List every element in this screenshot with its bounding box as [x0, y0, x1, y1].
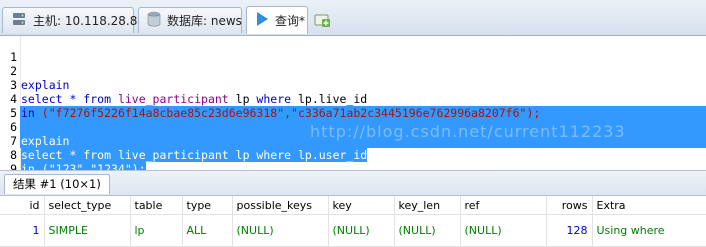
- code-line: 3 select * from live_participant lp wher…: [0, 64, 706, 106]
- table-cell[interactable]: Using where: [592, 214, 706, 247]
- column-header[interactable]: id: [0, 196, 45, 215]
- tab-host[interactable]: 主机: 10.118.28.80: [2, 7, 145, 33]
- column-header[interactable]: table: [130, 196, 183, 215]
- server-icon: [11, 11, 27, 30]
- grid-header-row: id select_type table type possible_keys …: [0, 196, 706, 215]
- column-header[interactable]: select_type: [44, 196, 131, 215]
- play-icon: [255, 11, 269, 30]
- column-header[interactable]: key_len: [394, 196, 461, 215]
- table-row[interactable]: 1 SIMPLE lp ALL (NULL) (NULL) (NULL) (NU…: [0, 214, 706, 247]
- tab-result-1[interactable]: 结果 #1 (10×1): [4, 174, 110, 194]
- tab-bar: 主机: 10.118.28.80 数据库: news 查询*: [0, 0, 706, 36]
- column-header[interactable]: possible_keys: [232, 196, 329, 215]
- code-line: 1: [0, 36, 706, 64]
- column-header[interactable]: type: [182, 196, 233, 215]
- table-cell[interactable]: ALL: [182, 214, 233, 247]
- column-header[interactable]: Extra: [592, 196, 706, 215]
- column-header[interactable]: ref: [460, 196, 547, 215]
- tab-query-label: 查询*: [275, 14, 306, 28]
- table-cell[interactable]: SIMPLE: [44, 214, 131, 247]
- result-tab-bar: 结果 #1 (10×1): [0, 170, 706, 196]
- column-header[interactable]: rows: [546, 196, 593, 215]
- tab-database[interactable]: 数据库: news: [138, 7, 242, 33]
- table-cell[interactable]: (NULL): [460, 214, 547, 247]
- code-line: 4 in ("f7276f5226f14a8cbae85c23d6e96318"…: [0, 78, 706, 120]
- table-cell[interactable]: (NULL): [328, 214, 395, 247]
- code-line: 9: [0, 148, 706, 176]
- watermark: http://blog.csdn.net/current112233: [310, 122, 626, 141]
- table-cell[interactable]: (NULL): [232, 214, 329, 247]
- column-header[interactable]: key: [328, 196, 395, 215]
- table-cell[interactable]: 128: [546, 214, 593, 247]
- code-line: 2 explain: [0, 50, 706, 92]
- tab-query[interactable]: 查询*: [246, 6, 308, 34]
- table-cell[interactable]: 1: [0, 214, 45, 247]
- table-cell[interactable]: lp: [130, 214, 183, 247]
- code-line: 6 explain: [0, 106, 706, 148]
- tab-host-label: 主机: 10.118.28.80: [33, 14, 146, 28]
- new-tab-icon[interactable]: [313, 11, 331, 29]
- result-grid[interactable]: id select_type table type possible_keys …: [0, 196, 706, 247]
- tab-database-label: 数据库: news: [167, 14, 242, 28]
- table-cell[interactable]: (NULL): [394, 214, 461, 247]
- database-icon: [147, 11, 161, 30]
- code-line: 5: [0, 92, 706, 120]
- sql-editor[interactable]: 1 2 explain 3 select * from live_partici…: [0, 36, 706, 176]
